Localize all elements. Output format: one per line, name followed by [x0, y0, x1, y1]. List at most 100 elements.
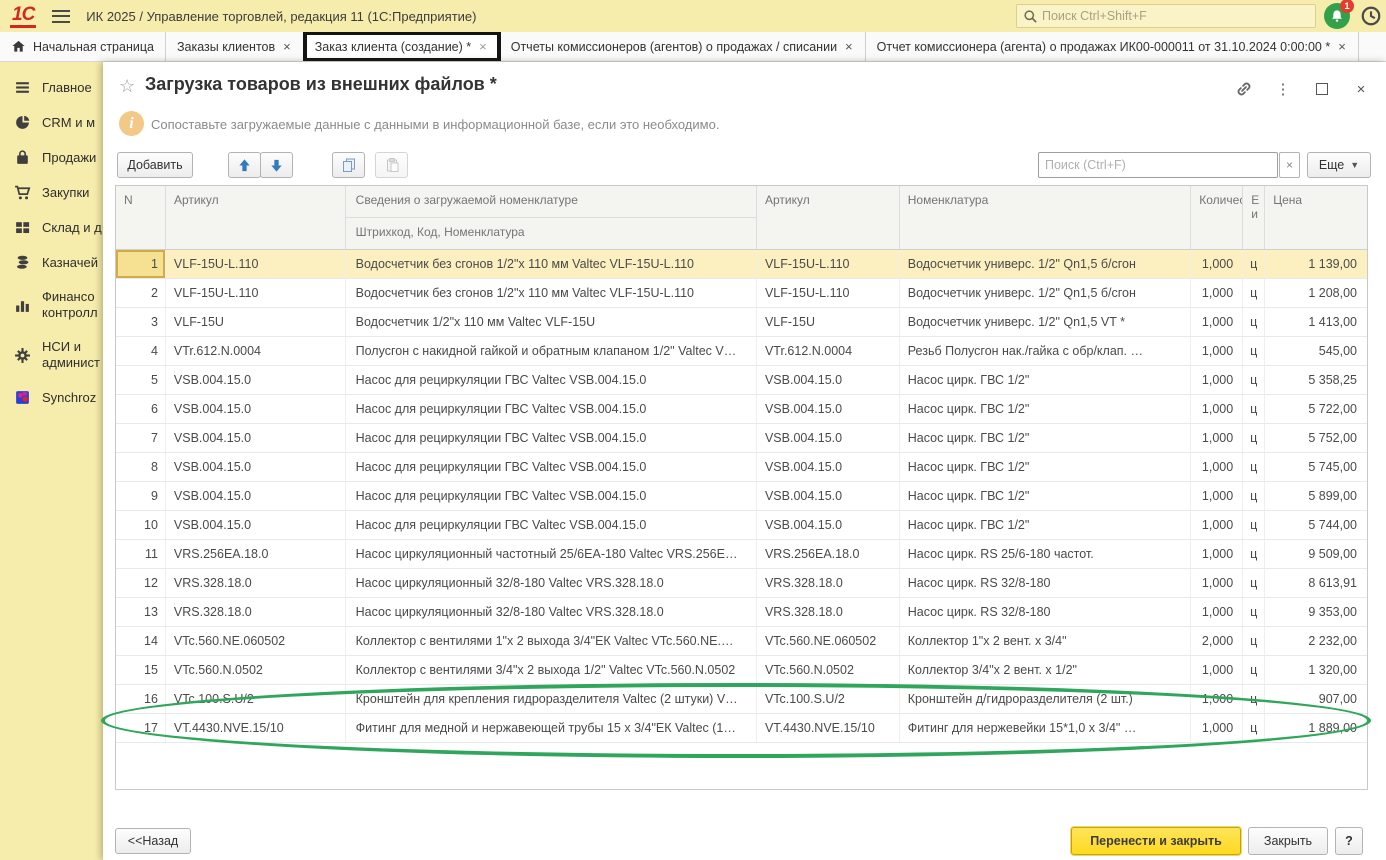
move-up-button[interactable] [228, 152, 261, 178]
global-search-input[interactable] [1038, 9, 1315, 23]
table-row[interactable]: 7VSB.004.15.0Насос для рециркуляции ГВС … [116, 424, 1367, 453]
more-button[interactable]: Еще▼ [1307, 152, 1371, 178]
cell-sku2[interactable]: VSB.004.15.0 [757, 453, 900, 481]
cell-sku[interactable]: VTc.560.N.0502 [166, 656, 346, 684]
cell-nom[interactable]: Насос цирк. ГВС 1/2" [900, 424, 1192, 452]
cell-sku[interactable]: VSB.004.15.0 [166, 424, 346, 452]
cell-desc[interactable]: Насос для рециркуляции ГВС Valtec VSB.00… [346, 366, 757, 394]
tab-close-icon[interactable]: × [1337, 39, 1347, 54]
cell-sku[interactable]: VTc.100.S.U/2 [166, 685, 346, 713]
table-row[interactable]: 4VTr.612.N.0004Полусгон с накидной гайко… [116, 337, 1367, 366]
table-row[interactable]: 8VSB.004.15.0Насос для рециркуляции ГВС … [116, 453, 1367, 482]
cell-desc[interactable]: Водосчетчик без сгонов 1/2"х 110 мм Valt… [346, 250, 757, 278]
cell-price[interactable]: 545,00 [1265, 337, 1367, 365]
cell-desc[interactable]: Насос для рециркуляции ГВС Valtec VSB.00… [346, 424, 757, 452]
table-row[interactable]: 14VTc.560.NE.060502Коллектор с вентилями… [116, 627, 1367, 656]
cell-qty[interactable]: 1,000 [1191, 511, 1243, 539]
cell-unit[interactable]: ц [1243, 337, 1265, 365]
cell-n[interactable]: 9 [116, 482, 166, 510]
cell-n[interactable]: 2 [116, 279, 166, 307]
cell-n[interactable]: 1 [116, 250, 166, 278]
cell-qty[interactable]: 1,000 [1191, 453, 1243, 481]
cell-nom[interactable]: Фитинг для нержевейки 15*1,0 х 3/4" … [900, 714, 1192, 742]
cell-unit[interactable]: ц [1243, 598, 1265, 626]
cell-qty[interactable]: 2,000 [1191, 627, 1243, 655]
link-icon[interactable] [1233, 78, 1255, 100]
cell-sku[interactable]: VSB.004.15.0 [166, 511, 346, 539]
table-row[interactable]: 12VRS.328.18.0Насос циркуляционный 32/8-… [116, 569, 1367, 598]
cell-unit[interactable]: ц [1243, 453, 1265, 481]
sidebar-item-1[interactable]: CRM и м [0, 105, 103, 140]
cell-qty[interactable]: 1,000 [1191, 685, 1243, 713]
cell-sku[interactable]: VLF-15U-L.110 [166, 279, 346, 307]
cell-n[interactable]: 12 [116, 569, 166, 597]
cell-desc[interactable]: Кронштейн для крепления гидроразделителя… [346, 685, 757, 713]
cell-n[interactable]: 11 [116, 540, 166, 568]
cell-price[interactable]: 1 139,00 [1265, 250, 1367, 278]
table-row[interactable]: 5VSB.004.15.0Насос для рециркуляции ГВС … [116, 366, 1367, 395]
cell-desc[interactable]: Насос для рециркуляции ГВС Valtec VSB.00… [346, 511, 757, 539]
cell-unit[interactable]: ц [1243, 424, 1265, 452]
cell-n[interactable]: 6 [116, 395, 166, 423]
cell-n[interactable]: 3 [116, 308, 166, 336]
tab-2[interactable]: Заказ клиента (создание) *× [304, 32, 500, 61]
cell-price[interactable]: 5 745,00 [1265, 453, 1367, 481]
tab-4[interactable]: Отчет комиссионера (агента) о продажах И… [866, 32, 1359, 61]
transfer-and-close-button[interactable]: Перенести и закрыть [1071, 827, 1241, 855]
sidebar-item-3[interactable]: Закупки [0, 175, 103, 210]
cell-qty[interactable]: 1,000 [1191, 540, 1243, 568]
cell-nom[interactable]: Насос цирк. ГВС 1/2" [900, 366, 1192, 394]
cell-qty[interactable]: 1,000 [1191, 569, 1243, 597]
cell-price[interactable]: 5 752,00 [1265, 424, 1367, 452]
sidebar-item-6[interactable]: Финансоконтролл [0, 280, 103, 330]
favorite-star-icon[interactable]: ☆ [119, 76, 135, 97]
close-dialog-icon[interactable]: × [1350, 78, 1372, 100]
cell-sku2[interactable]: VTr.612.N.0004 [757, 337, 900, 365]
cell-price[interactable]: 907,00 [1265, 685, 1367, 713]
cell-nom[interactable]: Коллектор 1"х 2 вент. х 3/4" [900, 627, 1192, 655]
tab-0[interactable]: Начальная страница [0, 32, 166, 61]
cell-qty[interactable]: 1,000 [1191, 714, 1243, 742]
cell-sku[interactable]: VTr.612.N.0004 [166, 337, 346, 365]
cell-sku2[interactable]: VTc.560.N.0502 [757, 656, 900, 684]
cell-unit[interactable]: ц [1243, 308, 1265, 336]
cell-sku2[interactable]: VSB.004.15.0 [757, 482, 900, 510]
cell-sku2[interactable]: VLF-15U [757, 308, 900, 336]
cell-n[interactable]: 14 [116, 627, 166, 655]
cell-sku2[interactable]: VRS.256EA.18.0 [757, 540, 900, 568]
cell-n[interactable]: 17 [116, 714, 166, 742]
cell-sku[interactable]: VTc.560.NE.060502 [166, 627, 346, 655]
cell-n[interactable]: 10 [116, 511, 166, 539]
cell-price[interactable]: 1 208,00 [1265, 279, 1367, 307]
cell-nom[interactable]: Насос цирк. ГВС 1/2" [900, 482, 1192, 510]
search-clear-button[interactable]: × [1279, 152, 1300, 178]
cell-sku2[interactable]: VLF-15U-L.110 [757, 250, 900, 278]
cell-nom[interactable]: Коллектор 3/4"х 2 вент. х 1/2" [900, 656, 1192, 684]
cell-desc[interactable]: Водосчетчик без сгонов 1/2"х 110 мм Valt… [346, 279, 757, 307]
table-search[interactable] [1038, 152, 1278, 178]
cell-unit[interactable]: ц [1243, 685, 1265, 713]
cell-unit[interactable]: ц [1243, 569, 1265, 597]
cell-desc[interactable]: Насос циркуляционный 32/8-180 Valtec VRS… [346, 569, 757, 597]
cell-sku2[interactable]: VTc.100.S.U/2 [757, 685, 900, 713]
cell-sku[interactable]: VSB.004.15.0 [166, 366, 346, 394]
cell-desc[interactable]: Полусгон с накидной гайкой и обратным кл… [346, 337, 757, 365]
cell-price[interactable]: 5 722,00 [1265, 395, 1367, 423]
table-search-input[interactable] [1039, 158, 1277, 172]
cell-qty[interactable]: 1,000 [1191, 337, 1243, 365]
cell-unit[interactable]: ц [1243, 279, 1265, 307]
cell-n[interactable]: 13 [116, 598, 166, 626]
cell-desc[interactable]: Насос для рециркуляции ГВС Valtec VSB.00… [346, 395, 757, 423]
table-row[interactable]: 17VT.4430.NVE.15/10Фитинг для медной и н… [116, 714, 1367, 743]
cell-qty[interactable]: 1,000 [1191, 482, 1243, 510]
cell-n[interactable]: 15 [116, 656, 166, 684]
cell-price[interactable]: 9 509,00 [1265, 540, 1367, 568]
cell-unit[interactable]: ц [1243, 656, 1265, 684]
cell-unit[interactable]: ц [1243, 540, 1265, 568]
cell-sku2[interactable]: VSB.004.15.0 [757, 511, 900, 539]
copy-button[interactable] [332, 152, 365, 178]
cell-sku[interactable]: VT.4430.NVE.15/10 [166, 714, 346, 742]
cell-sku2[interactable]: VLF-15U-L.110 [757, 279, 900, 307]
table-row[interactable]: 6VSB.004.15.0Насос для рециркуляции ГВС … [116, 395, 1367, 424]
cell-qty[interactable]: 1,000 [1191, 366, 1243, 394]
